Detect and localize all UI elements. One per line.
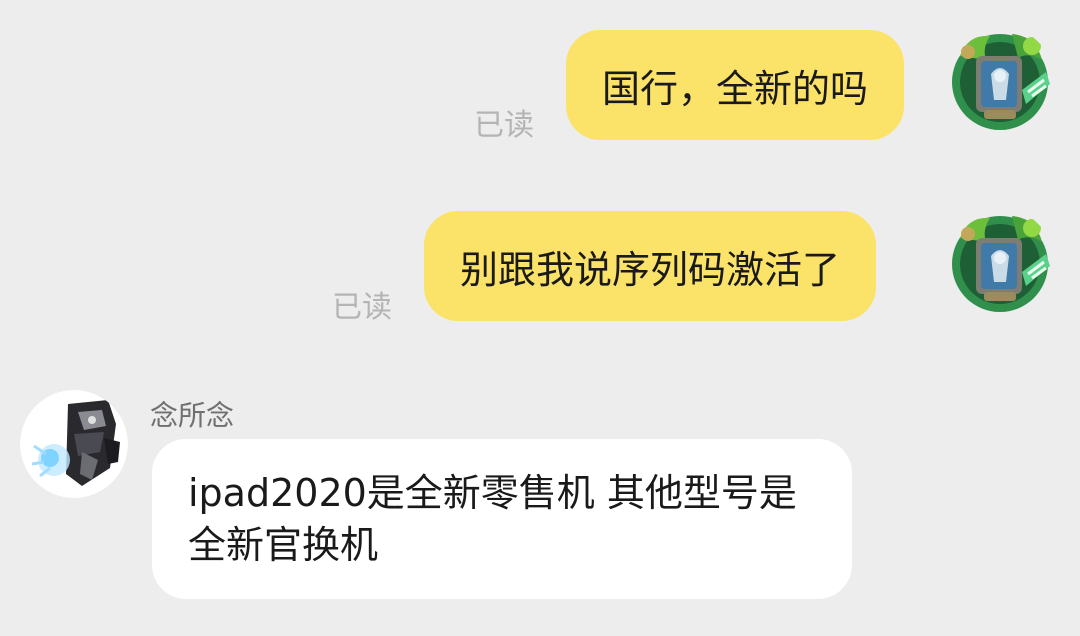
message-text: 国行，全新的吗 [602,66,869,111]
incoming-message-bubble[interactable]: ipad2020是全新零售机 其他型号是全新官换机 [152,439,852,599]
hearthstone-hero-portrait-icon [946,208,1054,316]
read-status: 已读 [332,290,392,325]
contact-avatar[interactable] [20,390,128,498]
message-text: 别跟我说序列码激活了 [460,247,841,292]
my-avatar[interactable] [946,208,1054,316]
read-status: 已读 [474,108,534,143]
robot-character-portrait-icon [20,390,128,498]
outgoing-message-bubble[interactable]: 国行，全新的吗 [566,30,905,140]
my-avatar[interactable] [946,26,1054,134]
message-text: ipad2020是全新零售机 其他型号是全新官换机 [188,471,797,567]
outgoing-message-bubble[interactable]: 别跟我说序列码激活了 [424,211,877,321]
hearthstone-hero-portrait-icon [946,26,1054,134]
sender-name: 念所念 [150,399,235,432]
